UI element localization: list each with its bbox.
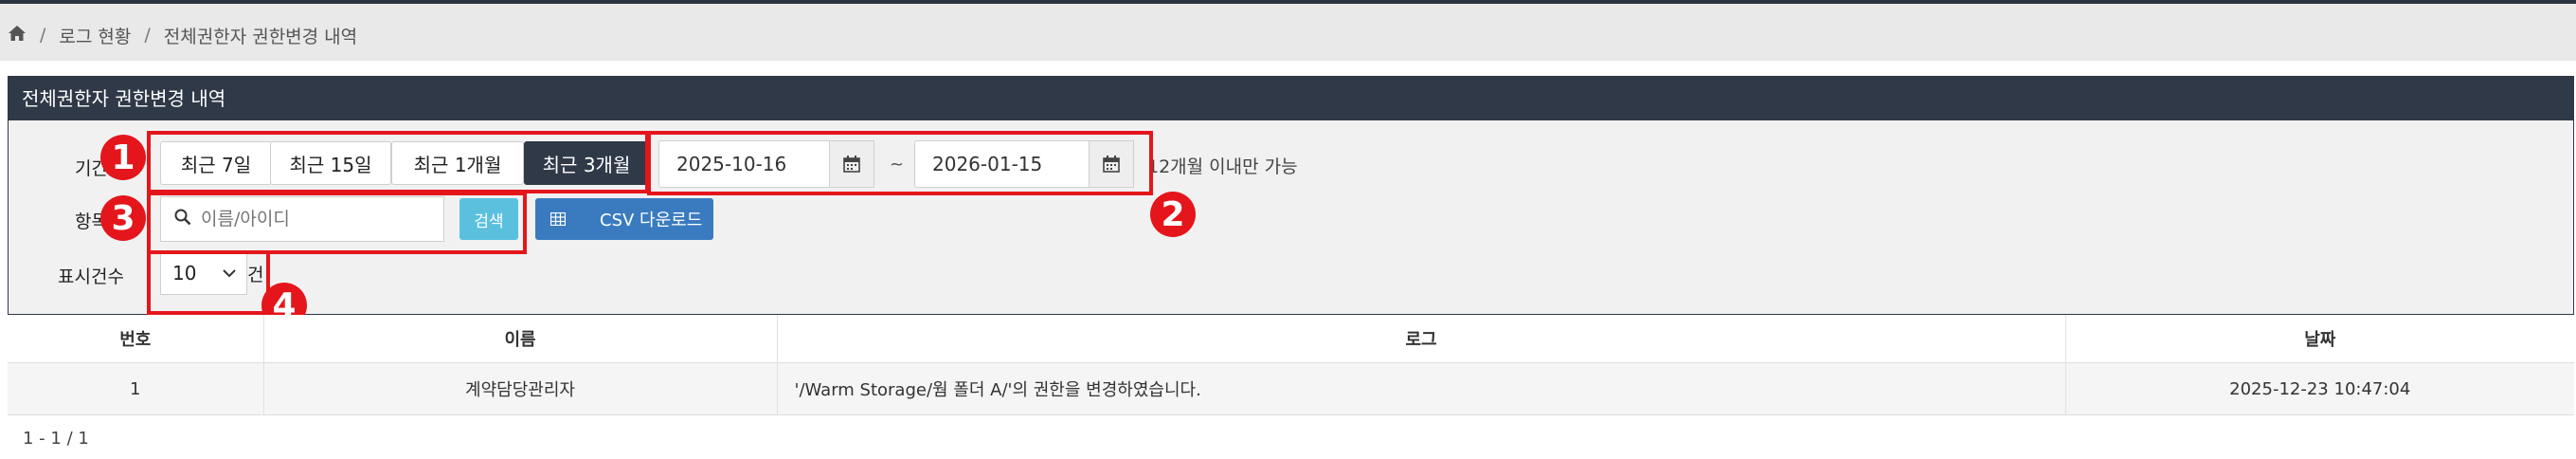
breadcrumb-separator: /	[40, 25, 46, 46]
annotation-box-4	[147, 250, 270, 315]
breadcrumb-separator: /	[144, 25, 151, 46]
table-header-row: 번호 이름 로그 날짜	[8, 315, 2574, 363]
pagination-info: 1 - 1 / 1	[23, 429, 89, 449]
column-header-name[interactable]: 이름	[263, 315, 778, 363]
date-range-note: 12개월 이내만 가능	[1147, 156, 1298, 177]
column-header-date[interactable]: 날짜	[2065, 315, 2574, 363]
table-row[interactable]: 1 계약담당관리자 '/Warm Storage/웜 폴더 A/'의 권한을 변…	[8, 362, 2574, 415]
cell-name: 계약담당관리자	[263, 362, 778, 415]
annotation-box-2	[647, 131, 1153, 195]
annotation-marker-3: 3	[100, 195, 146, 241]
annotation-box-3	[147, 192, 527, 254]
column-header-log[interactable]: 로그	[777, 315, 2066, 363]
csv-download-label: CSV 다운로드	[600, 211, 703, 230]
cell-date: 2025-12-23 10:47:04	[2065, 362, 2574, 415]
csv-download-button[interactable]: CSV 다운로드	[535, 198, 713, 240]
column-header-number[interactable]: 번호	[8, 315, 264, 363]
table-icon	[550, 212, 566, 226]
breadcrumb-item-log-status[interactable]: 로그 현황	[59, 23, 131, 48]
log-table: 번호 이름 로그 날짜 1 계약담당관리자 '/Warm Storage/웜 폴…	[8, 315, 2574, 415]
breadcrumb-item-current: 전체권한자 권한변경 내역	[163, 26, 358, 47]
panel-title: 전체권한자 권한변경 내역	[9, 77, 2573, 120]
cell-log: '/Warm Storage/웜 폴더 A/'의 권한을 변경하였습니다.	[777, 362, 2066, 415]
cell-number: 1	[8, 362, 264, 415]
count-label: 표시건수	[58, 266, 124, 287]
annotation-marker-1: 1	[100, 135, 146, 180]
home-icon[interactable]	[8, 25, 27, 46]
breadcrumb-bar: / 로그 현황 / 전체권한자 권한변경 내역	[0, 4, 2576, 61]
annotation-marker-2: 2	[1150, 192, 1196, 237]
breadcrumb: / 로그 현황 / 전체권한자 권한변경 내역	[8, 23, 357, 47]
annotation-box-1	[147, 131, 649, 193]
